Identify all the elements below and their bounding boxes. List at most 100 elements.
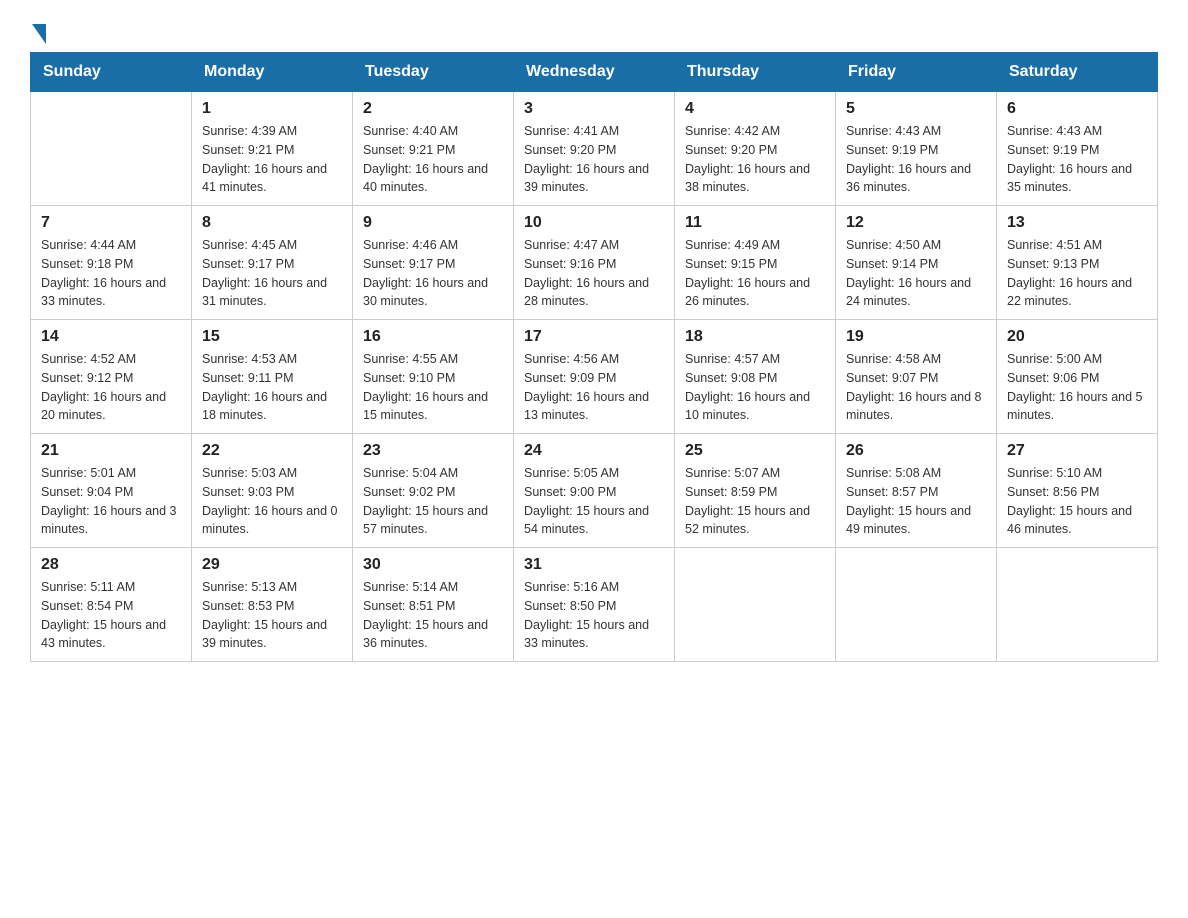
calendar-day-cell: 7Sunrise: 4:44 AMSunset: 9:18 PMDaylight…	[31, 206, 192, 320]
calendar-day-cell: 16 Sunrise: 4:55 AMSunset: 9:10 PMDayligh…	[353, 320, 514, 434]
day-info: Sunrise: 4:52 AMSunset: 9:12 PMDaylight:…	[41, 350, 181, 425]
day-number: 20	[1007, 328, 1147, 346]
day-info: Sunrise: 4:47 AMSunset: 9:16 PMDaylight:…	[524, 236, 664, 311]
calendar-day-cell: 11Sunrise: 4:49 AMSunset: 9:15 PMDayligh…	[675, 206, 836, 320]
day-number: 25	[685, 442, 825, 460]
calendar-day-cell: 23Sunrise: 5:04 AMSunset: 9:02 PMDayligh…	[353, 434, 514, 548]
day-number: 19	[846, 328, 986, 346]
calendar-day-cell: 30 Sunrise: 5:14 AMSunset: 8:51 PMDayligh…	[353, 548, 514, 662]
day-info: Sunrise: 4:46 AMSunset: 9:17 PMDaylight:…	[363, 236, 503, 311]
weekday-header-sunday: Sunday	[31, 53, 192, 92]
calendar-day-cell: 29 Sunrise: 5:13 AMSunset: 8:53 PMDayligh…	[192, 548, 353, 662]
weekday-header-wednesday: Wednesday	[514, 53, 675, 92]
calendar-day-cell: 14Sunrise: 4:52 AMSunset: 9:12 PMDayligh…	[31, 320, 192, 434]
calendar-day-cell: 20 Sunrise: 5:00 AMSunset: 9:06 PMDayligh…	[997, 320, 1158, 434]
day-info: Sunrise: 4:41 AMSunset: 9:20 PMDaylight:…	[524, 122, 664, 197]
day-number: 30	[363, 556, 503, 574]
calendar-day-cell: 31Sunrise: 5:16 AMSunset: 8:50 PMDayligh…	[514, 548, 675, 662]
day-number: 23	[363, 442, 503, 460]
calendar-week-row: 28 Sunrise: 5:11 AMSunset: 8:54 PMDayligh…	[31, 548, 1158, 662]
day-number: 27	[1007, 442, 1147, 460]
calendar-day-cell: 17 Sunrise: 4:56 AMSunset: 9:09 PMDayligh…	[514, 320, 675, 434]
day-number: 5	[846, 100, 986, 118]
day-number: 11	[685, 214, 825, 232]
day-info: Sunrise: 4:51 AMSunset: 9:13 PMDaylight:…	[1007, 236, 1147, 311]
day-number: 29	[202, 556, 342, 574]
logo-triangle-icon	[32, 24, 46, 44]
day-info: Sunrise: 4:42 AMSunset: 9:20 PMDaylight:…	[685, 122, 825, 197]
calendar-day-cell: 10 Sunrise: 4:47 AMSunset: 9:16 PMDayligh…	[514, 206, 675, 320]
weekday-header-friday: Friday	[836, 53, 997, 92]
day-info: Sunrise: 5:13 AMSunset: 8:53 PMDaylight:…	[202, 578, 342, 653]
day-info: Sunrise: 4:56 AMSunset: 9:09 PMDaylight:…	[524, 350, 664, 425]
day-info: Sunrise: 4:43 AMSunset: 9:19 PMDaylight:…	[1007, 122, 1147, 197]
calendar-day-cell: 5Sunrise: 4:43 AMSunset: 9:19 PMDaylight…	[836, 92, 997, 206]
day-info: Sunrise: 4:39 AMSunset: 9:21 PMDaylight:…	[202, 122, 342, 197]
day-number: 24	[524, 442, 664, 460]
calendar-day-cell: 25 Sunrise: 5:07 AMSunset: 8:59 PMDayligh…	[675, 434, 836, 548]
calendar-day-cell: 13Sunrise: 4:51 AMSunset: 9:13 PMDayligh…	[997, 206, 1158, 320]
day-info: Sunrise: 5:05 AMSunset: 9:00 PMDaylight:…	[524, 464, 664, 539]
calendar-day-cell: 28 Sunrise: 5:11 AMSunset: 8:54 PMDayligh…	[31, 548, 192, 662]
day-info: Sunrise: 5:03 AMSunset: 9:03 PMDaylight:…	[202, 464, 342, 539]
calendar-day-cell: 21 Sunrise: 5:01 AMSunset: 9:04 PMDayligh…	[31, 434, 192, 548]
weekday-header-tuesday: Tuesday	[353, 53, 514, 92]
day-info: Sunrise: 5:01 AMSunset: 9:04 PMDaylight:…	[41, 464, 181, 539]
calendar-week-row: 14Sunrise: 4:52 AMSunset: 9:12 PMDayligh…	[31, 320, 1158, 434]
calendar-day-cell	[31, 92, 192, 206]
day-info: Sunrise: 4:57 AMSunset: 9:08 PMDaylight:…	[685, 350, 825, 425]
weekday-header-thursday: Thursday	[675, 53, 836, 92]
day-number: 22	[202, 442, 342, 460]
calendar-day-cell: 27 Sunrise: 5:10 AMSunset: 8:56 PMDayligh…	[997, 434, 1158, 548]
day-number: 10	[524, 214, 664, 232]
day-info: Sunrise: 4:40 AMSunset: 9:21 PMDaylight:…	[363, 122, 503, 197]
day-info: Sunrise: 5:10 AMSunset: 8:56 PMDaylight:…	[1007, 464, 1147, 539]
day-number: 8	[202, 214, 342, 232]
day-number: 28	[41, 556, 181, 574]
day-info: Sunrise: 5:11 AMSunset: 8:54 PMDaylight:…	[41, 578, 181, 653]
day-info: Sunrise: 4:55 AMSunset: 9:10 PMDaylight:…	[363, 350, 503, 425]
calendar-day-cell: 1 Sunrise: 4:39 AMSunset: 9:21 PMDaylight…	[192, 92, 353, 206]
day-info: Sunrise: 4:45 AMSunset: 9:17 PMDaylight:…	[202, 236, 342, 311]
calendar-day-cell: 18Sunrise: 4:57 AMSunset: 9:08 PMDayligh…	[675, 320, 836, 434]
calendar-day-cell: 12 Sunrise: 4:50 AMSunset: 9:14 PMDayligh…	[836, 206, 997, 320]
day-number: 7	[41, 214, 181, 232]
calendar-day-cell: 9 Sunrise: 4:46 AMSunset: 9:17 PMDaylight…	[353, 206, 514, 320]
calendar-day-cell: 3Sunrise: 4:41 AMSunset: 9:20 PMDaylight…	[514, 92, 675, 206]
logo	[30, 20, 46, 42]
calendar-week-row: 1 Sunrise: 4:39 AMSunset: 9:21 PMDaylight…	[31, 92, 1158, 206]
calendar-day-cell: 15 Sunrise: 4:53 AMSunset: 9:11 PMDayligh…	[192, 320, 353, 434]
day-number: 9	[363, 214, 503, 232]
day-info: Sunrise: 4:53 AMSunset: 9:11 PMDaylight:…	[202, 350, 342, 425]
day-number: 17	[524, 328, 664, 346]
day-number: 21	[41, 442, 181, 460]
calendar-day-cell: 24 Sunrise: 5:05 AMSunset: 9:00 PMDayligh…	[514, 434, 675, 548]
calendar-day-cell: 6 Sunrise: 4:43 AMSunset: 9:19 PMDaylight…	[997, 92, 1158, 206]
day-number: 6	[1007, 100, 1147, 118]
day-info: Sunrise: 4:58 AMSunset: 9:07 PMDaylight:…	[846, 350, 986, 425]
calendar-day-cell: 26Sunrise: 5:08 AMSunset: 8:57 PMDayligh…	[836, 434, 997, 548]
day-number: 1	[202, 100, 342, 118]
calendar-week-row: 7Sunrise: 4:44 AMSunset: 9:18 PMDaylight…	[31, 206, 1158, 320]
page-header	[30, 20, 1158, 42]
calendar-day-cell: 2 Sunrise: 4:40 AMSunset: 9:21 PMDaylight…	[353, 92, 514, 206]
day-info: Sunrise: 4:50 AMSunset: 9:14 PMDaylight:…	[846, 236, 986, 311]
calendar-day-cell	[997, 548, 1158, 662]
day-info: Sunrise: 5:14 AMSunset: 8:51 PMDaylight:…	[363, 578, 503, 653]
day-number: 15	[202, 328, 342, 346]
day-number: 26	[846, 442, 986, 460]
calendar-day-cell	[675, 548, 836, 662]
weekday-header-monday: Monday	[192, 53, 353, 92]
day-info: Sunrise: 5:00 AMSunset: 9:06 PMDaylight:…	[1007, 350, 1147, 425]
calendar-week-row: 21 Sunrise: 5:01 AMSunset: 9:04 PMDayligh…	[31, 434, 1158, 548]
calendar-day-cell: 22 Sunrise: 5:03 AMSunset: 9:03 PMDayligh…	[192, 434, 353, 548]
day-info: Sunrise: 5:07 AMSunset: 8:59 PMDaylight:…	[685, 464, 825, 539]
weekday-header-row: SundayMondayTuesdayWednesdayThursdayFrid…	[31, 53, 1158, 92]
day-number: 2	[363, 100, 503, 118]
day-number: 12	[846, 214, 986, 232]
calendar-day-cell	[836, 548, 997, 662]
day-number: 16	[363, 328, 503, 346]
day-number: 31	[524, 556, 664, 574]
day-number: 4	[685, 100, 825, 118]
calendar-day-cell: 4 Sunrise: 4:42 AMSunset: 9:20 PMDaylight…	[675, 92, 836, 206]
